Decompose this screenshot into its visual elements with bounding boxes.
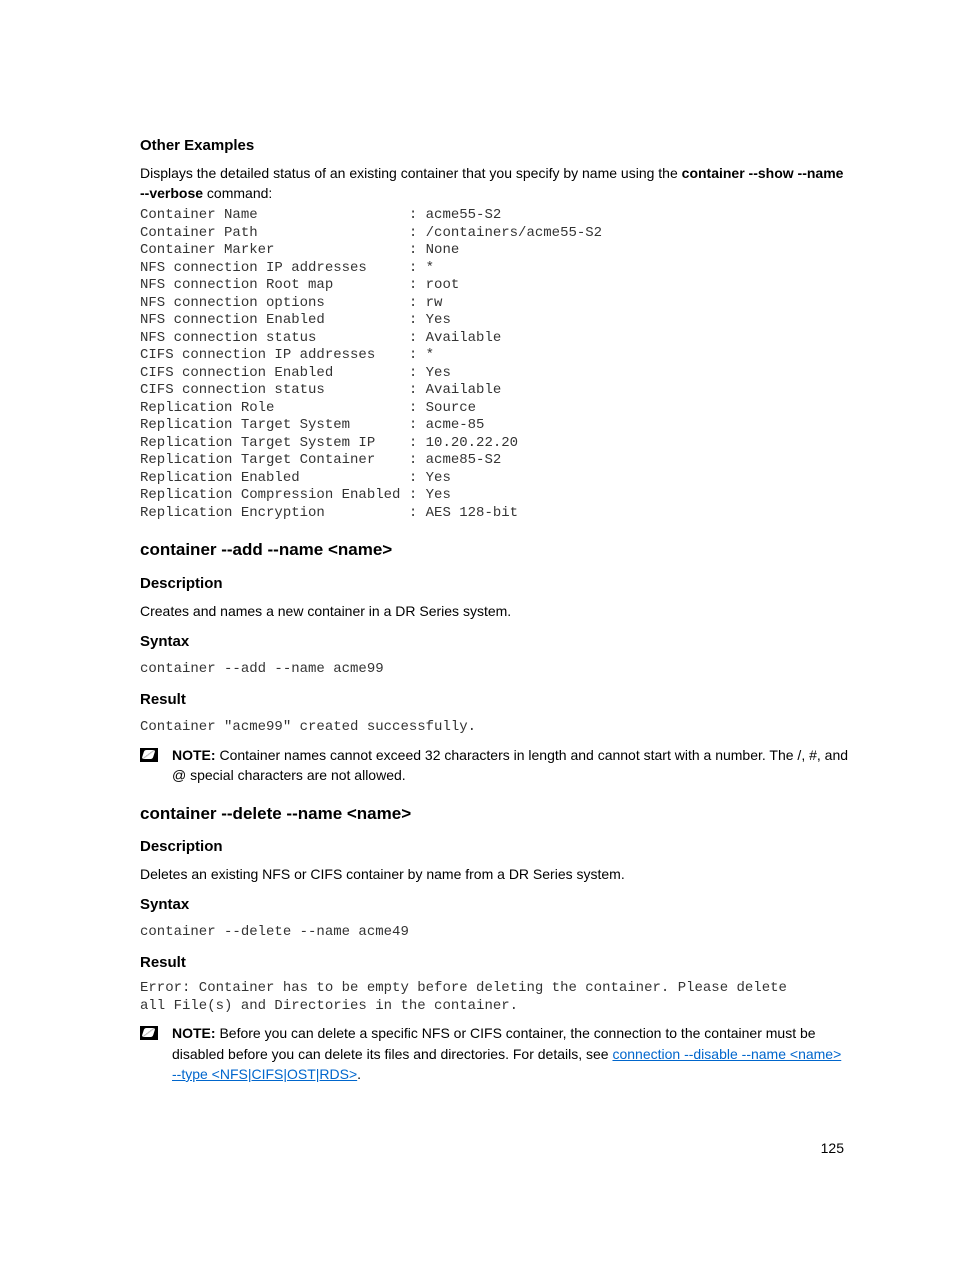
section-other-examples: Other Examples Displays the detailed sta… [140, 135, 849, 522]
note-block-add: NOTE: Container names cannot exceed 32 c… [140, 745, 849, 786]
heading-syntax-delete: Syntax [140, 894, 849, 916]
heading-result-delete: Result [140, 952, 849, 974]
intro-text-1: Displays the detailed status of an exist… [140, 165, 682, 181]
note-text-add: NOTE: Container names cannot exceed 32 c… [172, 745, 849, 786]
intro-text-2: command: [203, 185, 272, 201]
heading-other-examples: Other Examples [140, 135, 849, 157]
intro-paragraph: Displays the detailed status of an exist… [140, 163, 849, 204]
note-icon [140, 748, 158, 762]
note-body-add: Container names cannot exceed 32 charact… [172, 747, 848, 783]
page-number: 125 [821, 1138, 844, 1158]
note-icon [140, 1026, 158, 1040]
section-container-delete: container --delete --name <name> Descrip… [140, 802, 849, 1084]
description-add: Creates and names a new container in a D… [140, 601, 849, 621]
heading-description-add: Description [140, 573, 849, 595]
code-block-container-show: Container Name : acme55-S2 Container Pat… [140, 207, 849, 522]
heading-container-add: container --add --name <name> [140, 538, 849, 563]
heading-description-delete: Description [140, 836, 849, 858]
note-label: NOTE: [172, 747, 216, 763]
section-container-add: container --add --name <name> Descriptio… [140, 538, 849, 785]
syntax-delete: container --delete --name acme49 [140, 922, 849, 942]
result-add: Container "acme99" created successfully. [140, 717, 849, 737]
note-label: NOTE: [172, 1025, 216, 1041]
note-block-delete: NOTE: Before you can delete a specific N… [140, 1023, 849, 1084]
heading-result-add: Result [140, 689, 849, 711]
heading-syntax-add: Syntax [140, 631, 849, 653]
description-delete: Deletes an existing NFS or CIFS containe… [140, 864, 849, 884]
note-body-delete-2: . [357, 1066, 361, 1082]
syntax-add: container --add --name acme99 [140, 659, 849, 679]
result-delete: Error: Container has to be empty before … [140, 980, 849, 1015]
heading-container-delete: container --delete --name <name> [140, 802, 849, 827]
note-text-delete: NOTE: Before you can delete a specific N… [172, 1023, 849, 1084]
